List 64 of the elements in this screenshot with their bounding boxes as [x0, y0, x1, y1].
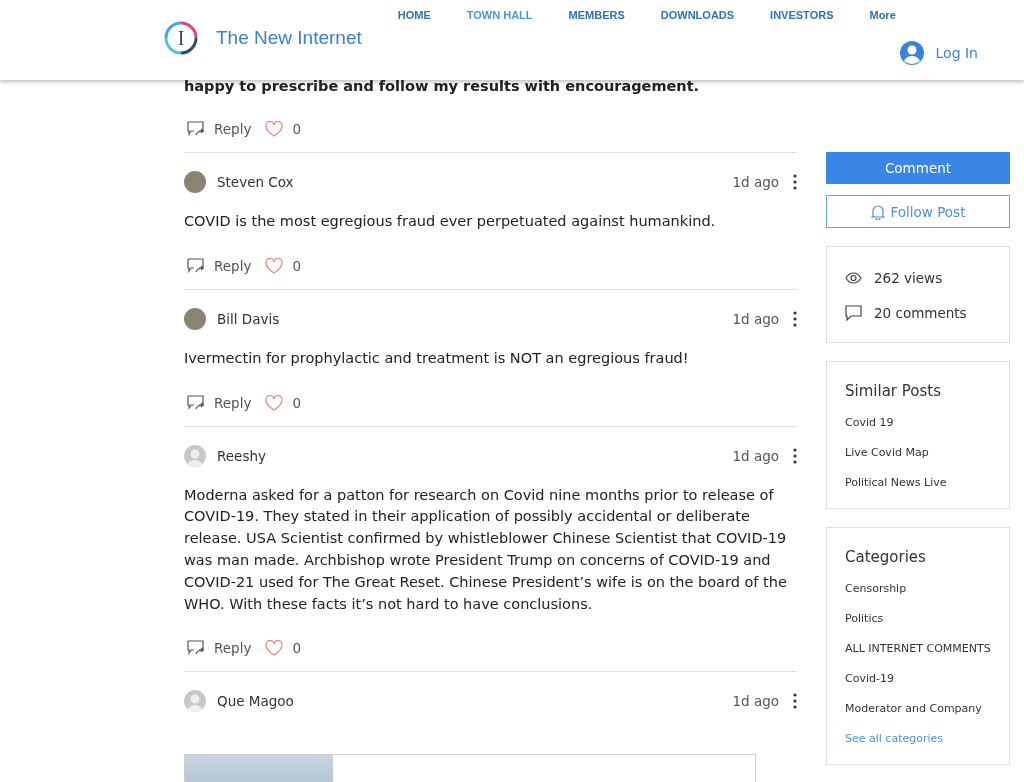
category-link[interactable]: Censorship — [845, 582, 999, 596]
like-button[interactable] — [265, 121, 284, 137]
login-link[interactable]: Log In — [899, 41, 978, 65]
card-title: Categories — [845, 548, 927, 566]
comment-text: COVID is the most egregious fraud ever perpetuated against humankind. — [184, 212, 717, 231]
avatar — [184, 307, 206, 330]
user-icon — [899, 41, 924, 65]
heart-icon — [265, 640, 284, 657]
like-count: 0 — [292, 394, 301, 411]
avatar — [184, 171, 206, 193]
site-name: The New Internet — [216, 27, 362, 49]
comment-time: 1d ago — [732, 310, 779, 327]
comment-time: 1d ago — [732, 693, 779, 710]
comment-text: Moderna asked for a patton for research on Covid nine months prior to release of COVID-19. They stated in their application of possibly accidental or deliberate release. USA Scientist confirmed by whistleblower Chinese Scientist that COVID-19 was man made. Archbishop wrote President Trump on concerns of COVID-19 and COVID-21 used for The Great Reset. Chinese President’s wife is on the board of the WHO. With these facts it’s not hard to have conclusions. — [184, 485, 788, 614]
post-link[interactable]: Political News Live — [845, 476, 999, 490]
stat-text: 20 comments — [874, 305, 967, 321]
more-options-icon[interactable] — [793, 174, 797, 190]
like-button[interactable] — [265, 257, 284, 274]
bell-icon — [870, 203, 885, 220]
like-button[interactable] — [265, 394, 284, 411]
comment-button[interactable]: Comment — [826, 152, 1010, 184]
card-title: Similar Posts — [845, 382, 942, 400]
reply-button[interactable]: Reply — [187, 640, 252, 657]
nav-link[interactable]: More — [851, 9, 914, 21]
category-link[interactable]: ALL INTERNET COMMENTS — [845, 642, 999, 656]
reply-button[interactable]: Reply — [187, 394, 252, 411]
category-link[interactable]: Politics — [845, 612, 999, 626]
more-options-icon[interactable] — [793, 310, 797, 327]
eye-icon — [845, 272, 862, 284]
reply-icon — [187, 640, 206, 657]
reply-icon — [187, 257, 206, 274]
author-name[interactable]: Reeshy — [217, 447, 266, 464]
post-link[interactable]: Covid 19 — [845, 416, 999, 430]
heart-icon — [265, 257, 284, 274]
like-count: 0 — [292, 257, 301, 274]
avatar — [184, 690, 206, 713]
post-link[interactable]: Live Covid Map — [845, 446, 999, 460]
comment-text: happy to prescribe and follow my results with encouragement. — [184, 77, 701, 96]
nav-link[interactable]: DOWNLOADS — [642, 9, 753, 21]
stat-text: 262 views — [874, 270, 943, 286]
author-name[interactable]: Steven Cox — [217, 174, 294, 190]
more-options-icon[interactable] — [793, 447, 797, 464]
author-name[interactable]: Que Magoo — [217, 693, 294, 710]
author-name[interactable]: Bill Davis — [217, 310, 280, 327]
nav-link[interactable]: HOME — [379, 9, 449, 21]
category-link[interactable]: Moderator and Company — [845, 702, 999, 716]
reply-button[interactable]: Reply — [187, 257, 252, 274]
nav-link[interactable]: INVESTORS — [752, 9, 852, 21]
speech-bubble-icon — [845, 305, 862, 321]
comment-time: 1d ago — [732, 447, 779, 464]
more-options-icon[interactable] — [793, 693, 797, 710]
reply-icon — [187, 121, 206, 137]
nav-link[interactable]: MEMBERS — [550, 9, 643, 21]
avatar — [184, 444, 206, 467]
like-count: 0 — [292, 121, 301, 137]
category-link[interactable]: Covid-19 — [845, 672, 999, 686]
reply-icon — [187, 394, 206, 411]
like-button[interactable] — [265, 640, 284, 657]
reply-button[interactable]: Reply — [187, 121, 252, 137]
comment-time: 1d ago — [732, 174, 779, 190]
heart-icon — [265, 121, 284, 137]
comment-text: Ivermectin for prophylactic and treatment is NOT an egregious fraud! — [184, 348, 690, 368]
like-count: 0 — [292, 640, 301, 657]
heart-icon — [265, 394, 284, 411]
